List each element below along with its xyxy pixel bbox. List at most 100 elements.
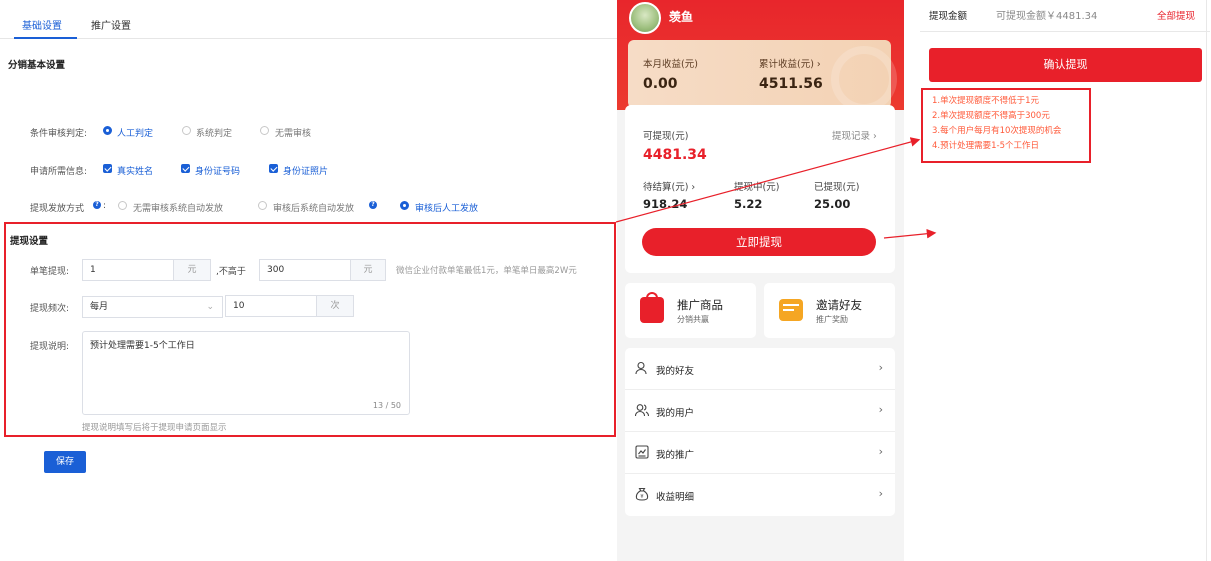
- rule-line: 1.单次提现额度不得低于1元: [932, 96, 1040, 106]
- total-income-label[interactable]: 累计收益(元) ›: [759, 56, 821, 70]
- menu-item-my-promotion[interactable]: 我的推广 ›: [625, 432, 895, 474]
- frequency-label: 提现频次:: [30, 304, 70, 314]
- avatar[interactable]: [629, 2, 661, 34]
- radio-auto-after-review-label[interactable]: 审核后系统自动发放: [273, 201, 354, 214]
- single-withdraw-hint: 微信企业付款单笔最低1元，单笔单日最高2W元: [396, 266, 577, 276]
- records-link[interactable]: 提现记录 ›: [832, 128, 877, 142]
- withdraw-all-link[interactable]: 全部提现: [1157, 8, 1195, 22]
- help-icon[interactable]: ?: [369, 201, 377, 209]
- invite-sub: 推广奖励: [816, 315, 848, 324]
- confirm-withdraw-button[interactable]: 确认提现: [929, 48, 1202, 82]
- section-title: 分销基本设置: [8, 60, 66, 71]
- radio-none[interactable]: [260, 126, 269, 135]
- withdrawn-value: 25.00: [814, 197, 851, 211]
- not-above-label: ,不高于: [216, 267, 246, 277]
- withdrawable-value: 4481.34: [643, 147, 707, 163]
- checkbox-id-number[interactable]: [181, 164, 190, 173]
- single-max-input[interactable]: 300: [259, 259, 351, 281]
- total-income-value: 4511.56: [759, 76, 823, 92]
- active-tab-indicator: [14, 37, 77, 39]
- tab-promotion-settings[interactable]: 推广设置: [91, 17, 131, 32]
- checkbox-real-name-label[interactable]: 真实姓名: [117, 164, 153, 177]
- radio-auto-no-review[interactable]: [118, 201, 127, 210]
- admin-settings-panel: 基础设置 推广设置 分销基本设置 条件审核判定: 人工判定 系统判定 无需审核 …: [0, 0, 617, 561]
- rule-line: 4.预计处理需要1-5个工作日: [932, 141, 1039, 151]
- income-card: 本月收益(元) 0.00 累计收益(元) › 4511.56: [628, 40, 897, 112]
- radio-manual-label[interactable]: 人工判定: [117, 126, 153, 139]
- available-amount[interactable]: 可提现金额￥4481.34: [996, 7, 1097, 22]
- radio-manual-after-review-label[interactable]: 审核后人工发放: [415, 201, 478, 214]
- checkbox-real-name[interactable]: [103, 164, 112, 173]
- payout-label: 提现发放方式: [30, 204, 85, 214]
- rules-highlight-box: 1.单次提现额度不得低于1元 2.单次提现额度不得高于300元 3.每个用户每月…: [921, 88, 1091, 163]
- radio-manual-after-review[interactable]: [400, 201, 409, 210]
- user-icon: [635, 361, 647, 375]
- invite-friends-card[interactable]: 邀请好友 推广奖励: [764, 283, 895, 338]
- description-label: 提现说明:: [30, 342, 70, 352]
- promote-goods-card[interactable]: 推广商品 分销共赢: [625, 283, 756, 338]
- decorative-circle: [831, 46, 897, 112]
- pending-value: 918.24: [643, 197, 688, 211]
- chevron-right-icon: ›: [878, 403, 883, 416]
- user-name: 羡鱼: [669, 10, 694, 24]
- payout-colon: :: [103, 201, 107, 211]
- radio-auto-no-review-label[interactable]: 无需审核系统自动发放: [133, 201, 223, 214]
- withdraw-settings-title: 提现设置: [10, 236, 49, 247]
- menu-item-label: 我的推广: [656, 450, 695, 461]
- radio-none-label[interactable]: 无需审核: [275, 126, 311, 139]
- processing-label: 提现中(元): [734, 182, 780, 193]
- radio-system-label[interactable]: 系统判定: [196, 126, 232, 139]
- single-min-input[interactable]: 1: [82, 259, 174, 281]
- checkbox-id-number-label[interactable]: 身份证号码: [195, 164, 240, 177]
- radio-auto-after-review[interactable]: [258, 201, 267, 210]
- svg-text:¥: ¥: [640, 494, 643, 500]
- menu-item-label: 我的好友: [656, 366, 695, 377]
- withdrawable-label: 可提现(元): [643, 131, 689, 142]
- checkbox-id-photo[interactable]: [269, 164, 278, 173]
- frequency-count-input[interactable]: 10: [225, 295, 317, 317]
- description-hint: 提现说明填写后将于提现申请页面显示: [82, 423, 227, 433]
- mobile-distribution-page: 羡鱼 本月收益(元) 0.00 累计收益(元) › 4511.56 可提现(元)…: [617, 0, 904, 561]
- withdrawn-label: 已提现(元): [814, 182, 860, 193]
- menu-list: 我的好友 › 我的用户 › 我的推广 › ¥ 收益明细 ›: [625, 348, 895, 516]
- help-icon[interactable]: ?: [93, 201, 101, 209]
- char-counter: 13 / 50: [372, 401, 401, 410]
- frequency-period-select[interactable]: 每月 ⌄: [82, 296, 223, 318]
- checkbox-id-photo-label[interactable]: 身份证照片: [283, 164, 328, 177]
- chart-icon: [635, 445, 649, 459]
- right-edge-line: [1206, 0, 1207, 561]
- menu-item-my-users[interactable]: 我的用户 ›: [625, 390, 895, 432]
- invite-title: 邀请好友: [816, 298, 862, 312]
- pending-label[interactable]: 待结算(元) ›: [643, 179, 695, 193]
- unit-yuan: 元: [350, 259, 386, 281]
- menu-item-my-friends[interactable]: 我的好友 ›: [625, 348, 895, 390]
- save-button[interactable]: 保存: [44, 451, 86, 473]
- single-withdraw-label: 单笔提现:: [30, 267, 70, 277]
- month-income-label: 本月收益(元): [643, 59, 698, 70]
- tab-divider: [0, 38, 617, 39]
- chevron-right-icon: ›: [878, 487, 883, 500]
- month-income-value: 0.00: [643, 76, 678, 92]
- amount-label: 提现金额: [929, 11, 968, 22]
- menu-item-earnings[interactable]: ¥ 收益明细 ›: [625, 474, 895, 516]
- apply-info-label: 申请所需信息:: [30, 167, 88, 177]
- processing-value: 5.22: [734, 197, 763, 211]
- description-textarea[interactable]: 预计处理需要1-5个工作日 13 / 50: [82, 331, 410, 415]
- chevron-down-icon: ⌄: [206, 302, 214, 312]
- tab-basic-settings[interactable]: 基础设置: [22, 17, 62, 32]
- rule-line: 3.每个用户每月有10次提现的机会: [932, 126, 1062, 136]
- rule-line: 2.单次提现额度不得高于300元: [932, 111, 1050, 121]
- money-bag-icon: ¥: [635, 487, 649, 501]
- chevron-right-icon: ›: [878, 445, 883, 458]
- unit-yuan: 元: [173, 259, 211, 281]
- description-value: 预计处理需要1-5个工作日: [90, 341, 195, 351]
- radio-manual[interactable]: [103, 126, 112, 135]
- withdraw-now-button[interactable]: 立即提现: [642, 228, 876, 256]
- menu-item-label: 我的用户: [656, 408, 695, 419]
- radio-system[interactable]: [182, 126, 191, 135]
- envelope-icon: [779, 299, 803, 321]
- promote-goods-title: 推广商品: [677, 298, 723, 312]
- menu-item-label: 收益明细: [656, 492, 695, 503]
- frequency-period-value: 每月: [90, 302, 109, 312]
- withdraw-confirm-page: 提现金额 可提现金额￥4481.34 全部提现 确认提现 1.单次提现额度不得低…: [904, 0, 1211, 561]
